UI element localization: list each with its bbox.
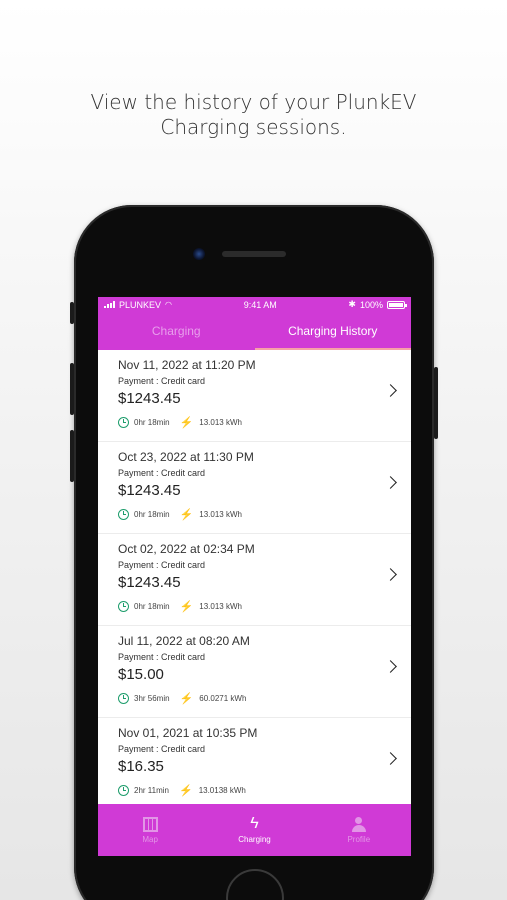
session-energy: 13.013 kWh: [199, 418, 242, 427]
session-payment: Payment : Credit card: [118, 560, 206, 570]
carrier-label: PLUNKEV: [119, 299, 162, 310]
session-payment: Payment : Credit card: [118, 744, 206, 754]
battery-icon: [387, 300, 407, 309]
session-amount: $1243.45: [118, 482, 181, 499]
session-duration: 0hr 18min: [134, 510, 170, 519]
map-icon: [142, 816, 158, 832]
session-energy: 60.0271 kWh: [199, 694, 247, 703]
clock-icon: [118, 601, 129, 612]
session-duration: 0hr 18min: [134, 418, 170, 427]
tab-charging-history[interactable]: Charging History: [255, 312, 412, 350]
session-row[interactable]: Oct 23, 2022 at 11:30 PM Payment : Credi…: [98, 442, 411, 534]
session-amount: $16.35: [118, 758, 164, 775]
silent-switch: [70, 302, 74, 324]
status-time: 9:41 AM: [243, 299, 277, 310]
power-button: [434, 367, 438, 439]
session-date: Jul 11, 2022 at 08:20 AM: [118, 634, 250, 648]
tab-bar: Charging Charging History: [98, 312, 411, 350]
clock-icon: [118, 785, 129, 796]
nav-item-map[interactable]: Map: [98, 804, 202, 856]
session-energy: 13.013 kWh: [199, 510, 242, 519]
volume-down-button: [70, 430, 74, 482]
session-payment: Payment : Credit card: [118, 376, 206, 386]
session-row[interactable]: Jul 11, 2022 at 08:20 AM Payment : Credi…: [98, 626, 411, 718]
session-date: Oct 02, 2022 at 02:34 PM: [118, 542, 255, 556]
session-energy: 13.013 kWh: [199, 602, 242, 611]
app-screen: PLUNKEV ◠ 9:41 AM ✱ 100% Charging Chargi…: [98, 297, 411, 856]
bolt-icon: ⚡: [179, 601, 194, 613]
session-date: Nov 11, 2022 at 11:20 PM: [118, 358, 256, 372]
headline-line-1: View the history of your PlunkEV: [90, 90, 417, 114]
session-payment: Payment : Credit card: [118, 468, 206, 478]
clock-icon: [118, 417, 129, 428]
session-amount: $1243.45: [118, 574, 181, 591]
session-date: Oct 23, 2022 at 11:30 PM: [118, 450, 254, 464]
session-duration: 2hr 11min: [134, 786, 169, 795]
session-amount: $1243.45: [118, 390, 181, 407]
session-payment: Payment : Credit card: [118, 652, 206, 662]
nav-item-profile[interactable]: Profile: [307, 804, 411, 856]
person-icon: [351, 816, 366, 832]
session-duration: 3hr 56min: [134, 694, 170, 703]
bluetooth-icon: ✱: [348, 299, 356, 309]
clock-icon: [118, 509, 129, 520]
nav-item-charging[interactable]: ϟ Charging: [202, 804, 306, 856]
nav-label-charging: Charging: [238, 835, 271, 844]
nav-label-map: Map: [142, 834, 158, 844]
bolt-icon: ϟ: [250, 815, 259, 832]
volume-up-button: [70, 363, 74, 415]
bolt-icon: ⚡: [179, 417, 194, 429]
headline-line-2: Charging sessions.: [160, 115, 347, 139]
session-amount: $15.00: [118, 666, 164, 683]
tab-charging[interactable]: Charging: [98, 312, 255, 350]
phone-frame: PLUNKEV ◠ 9:41 AM ✱ 100% Charging Chargi…: [70, 205, 438, 900]
session-row[interactable]: Nov 01, 2021 at 10:35 PM Payment : Credi…: [98, 718, 411, 804]
session-row[interactable]: Nov 11, 2022 at 11:20 PM Payment : Credi…: [98, 350, 411, 442]
status-bar: PLUNKEV ◠ 9:41 AM ✱ 100%: [98, 297, 411, 312]
wifi-icon: ◠: [165, 300, 173, 309]
session-energy: 13.0138 kWh: [198, 786, 246, 795]
clock-icon: [118, 693, 129, 704]
session-date: Nov 01, 2021 at 10:35 PM: [118, 726, 258, 740]
earpiece-speaker: [222, 251, 286, 257]
battery-percent: 100%: [359, 299, 383, 310]
signal-icon: [104, 301, 115, 308]
bolt-icon: ⚡: [179, 509, 194, 521]
promo-headline: View the history of your PlunkEV Chargin…: [0, 90, 507, 140]
bolt-icon: ⚡: [178, 785, 193, 797]
front-camera: [193, 248, 205, 260]
session-duration: 0hr 18min: [134, 602, 170, 611]
nav-label-profile: Profile: [347, 834, 371, 844]
bottom-nav: Map ϟ Charging Profile: [98, 804, 411, 856]
session-row[interactable]: Oct 02, 2022 at 02:34 PM Payment : Credi…: [98, 534, 411, 626]
bolt-icon: ⚡: [179, 693, 194, 705]
home-button[interactable]: [226, 869, 284, 900]
session-list: Nov 11, 2022 at 11:20 PM Payment : Credi…: [98, 350, 411, 804]
